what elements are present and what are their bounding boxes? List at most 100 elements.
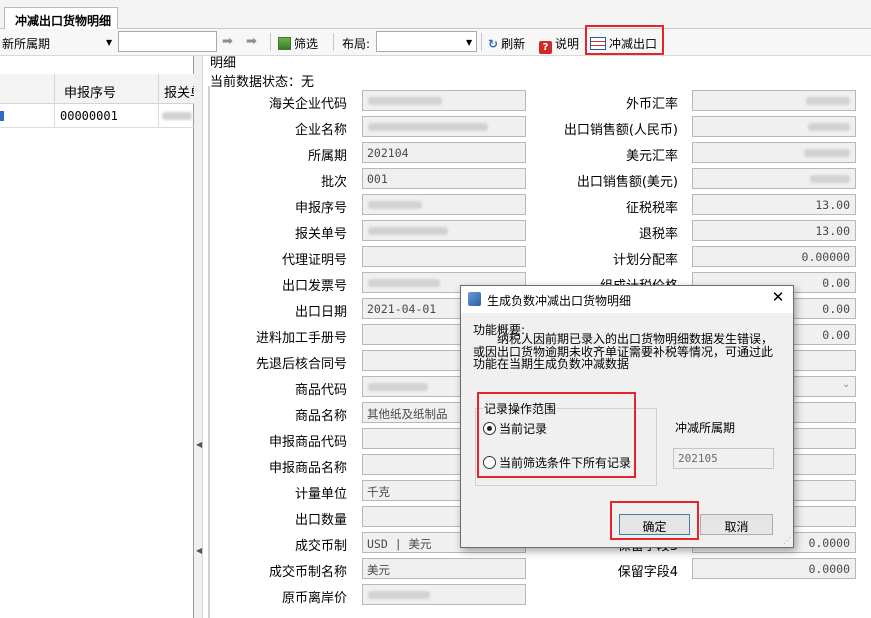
field-label: 先退后核合同号 [255,357,347,372]
redacted-value [368,123,488,131]
field-label: 出口发票号 [281,279,347,294]
table-row[interactable]: 00000001 [0,104,194,128]
field-label: 商品名称 [294,409,347,424]
field-label: 企业名称 [294,123,347,138]
field-label: 出口日期 [294,305,347,320]
generate-negative-offset-dialog: 生成负数冲减出口货物明细 ✕ 功能概要: 纳税人因前期已录入的出口货物明细数据发… [460,285,794,548]
field-input[interactable]: 美元 [362,558,526,579]
field-label: 计划分配率 [612,253,678,268]
field-label: 征税税率 [625,201,678,216]
layout-chevron-down-icon[interactable]: ▼ [466,38,472,47]
collapse-left-icon[interactable]: ◀ [196,546,202,555]
range-highlight [477,392,636,478]
field-label: 申报商品名称 [268,461,347,476]
redacted-value [806,97,850,105]
field-label: 海关企业代码 [268,97,347,112]
offset-period-label: 冲减所属期 [675,421,736,435]
field-input[interactable]: 0.00000 [692,246,856,267]
field-input[interactable]: 13.00 [692,220,856,241]
field-label: 计量单位 [294,487,347,502]
prev-arrow-icon[interactable]: ➡ [222,34,233,49]
row-customs-redacted [162,112,192,120]
redacted-value [808,123,850,131]
field-label: 申报商品代码 [268,435,347,450]
field-label: 外币汇率 [625,97,678,112]
toolbar-separator [481,33,482,51]
period-dropdown-chevron-icon[interactable]: ▼ [106,38,112,47]
field-label: 退税率 [638,227,678,242]
offset-export-button[interactable]: 冲减出口 [590,35,657,52]
field-label: 出口数量 [294,513,347,528]
offset-export-label: 冲减出口 [609,37,658,51]
refresh-button[interactable]: ↻ 刷新 [488,35,525,52]
redacted-value [810,175,850,183]
record-list-pane [0,56,194,618]
status-label: 当前数据状态：无 [210,75,315,90]
column-header-seq[interactable]: 申报序号 [64,82,116,101]
field-label: 申报序号 [294,201,347,216]
field-label: 保留字段4 [617,565,678,580]
toolbar-separator [270,33,271,51]
filter-icon [278,37,291,50]
field-label: 出口销售额(人民币) [563,123,678,138]
column-divider [158,74,159,104]
field-label: 报关单号 [294,227,347,242]
redacted-value [368,279,440,287]
cancel-button[interactable]: 取消 [700,514,773,535]
field-input[interactable]: 0.0000 [692,558,856,579]
field-label: 商品代码 [294,383,347,398]
offset-period-field[interactable]: 202105 [673,448,774,469]
redacted-value [368,383,428,391]
resize-grip-icon[interactable]: ⋰ [783,536,791,545]
summary-text: 纳税人因前期已录入的出口货物明细数据发生错误，或因出口货物逾期未收齐单证需要补税… [473,332,774,371]
redacted-value [368,591,430,599]
table-icon [590,37,606,50]
field-input[interactable]: 001 [362,168,526,189]
redacted-value [804,149,850,157]
filter-label: 筛选 [294,37,319,51]
field-label: 进料加工手册号 [255,331,347,346]
help-button[interactable]: ? 说明 [539,35,579,54]
field-label: 代理证明号 [281,253,347,268]
app-icon [468,292,481,306]
tab-strip [0,0,871,29]
field-label: 成交币制名称 [268,565,347,580]
row-indicator [0,111,4,121]
chevron-down-icon[interactable]: ⌄ [842,379,850,390]
column-divider [54,104,55,128]
field-label: 出口销售额(美元) [576,175,678,190]
pane-splitter[interactable] [194,56,203,618]
field-label: 所属期 [307,149,347,164]
field-label: 美元汇率 [625,149,678,164]
collapse-left-icon[interactable]: ◀ [196,440,202,449]
close-icon[interactable]: ✕ [764,288,792,310]
toolbar-separator [333,33,334,51]
refresh-icon: ↻ [488,37,499,51]
filter-input[interactable] [118,31,217,52]
help-label: 说明 [555,37,580,51]
layout-select[interactable] [376,31,477,52]
grid-header: 申报序号 报关单 [0,74,203,104]
ok-highlight [610,501,699,540]
redacted-value [368,227,448,235]
next-arrow-icon[interactable]: ➡ [246,34,257,49]
tab-offset-export-detail[interactable]: 冲减出口货物明细 [4,7,118,30]
redacted-value [368,97,442,105]
filter-button[interactable]: 筛选 [278,35,318,52]
field-label: 成交币制 [294,539,347,554]
field-input[interactable]: 202104 [362,142,526,163]
redacted-value [368,201,422,209]
dialog-title: 生成负数冲减出口货物明细 [487,294,632,308]
column-divider [54,74,55,104]
field-label: 原币离岸价 [281,591,347,606]
field-label: 批次 [320,175,347,190]
section-title: 明细 [210,56,237,71]
column-divider [158,104,159,128]
layout-label: 布局: [342,37,371,51]
dialog-title-bar: 生成负数冲减出口货物明细 ✕ [461,286,793,313]
field-input[interactable] [362,246,526,267]
refresh-label: 刷新 [501,37,526,51]
period-label: 新所属期 [2,37,51,51]
field-input[interactable]: 13.00 [692,194,856,215]
row-seq: 00000001 [60,109,118,123]
